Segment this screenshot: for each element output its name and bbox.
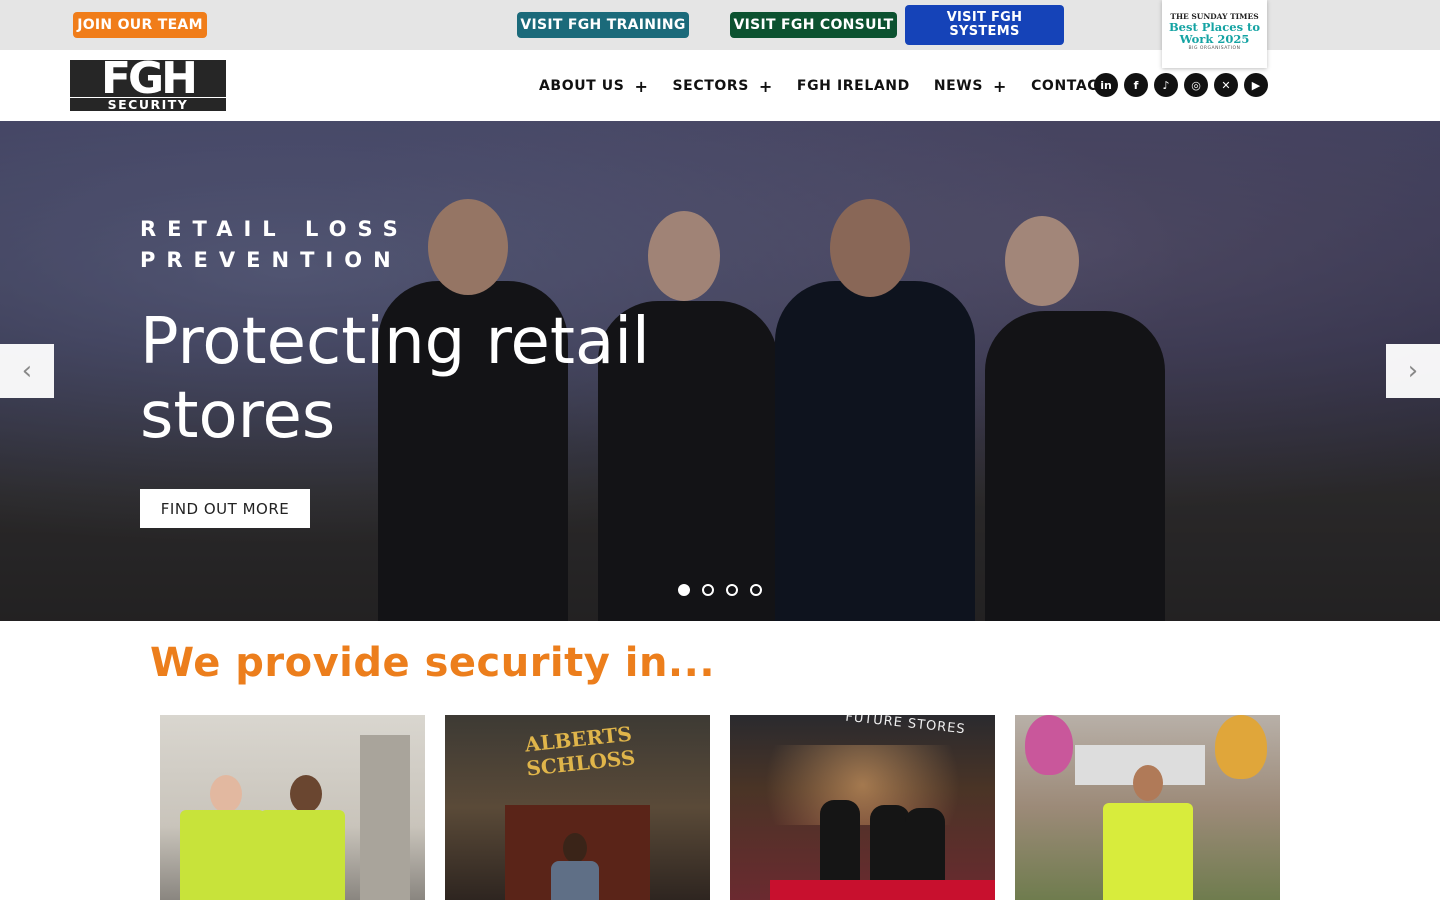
join-our-team-button[interactable]: JOIN OUR TEAM bbox=[73, 12, 207, 38]
sector-card-retail[interactable]: FUTURE STORES bbox=[730, 715, 995, 900]
hero-headline: Protecting retail stores bbox=[140, 305, 650, 453]
lights-backdrop bbox=[730, 745, 995, 825]
nav-label: FGH IRELAND bbox=[796, 78, 910, 94]
slider-dot-2[interactable] bbox=[702, 584, 714, 596]
expand-plus-icon[interactable]: + bbox=[759, 77, 773, 96]
hot-air-balloon bbox=[1215, 715, 1267, 779]
red-carpet bbox=[770, 880, 995, 900]
slider-dot-4[interactable] bbox=[750, 584, 762, 596]
expand-plus-icon[interactable]: + bbox=[634, 77, 648, 96]
hero-slider: RETAIL LOSS PREVENTION Protecting retail… bbox=[0, 121, 1440, 621]
linkedin-icon[interactable]: in bbox=[1094, 73, 1118, 97]
youtube-icon[interactable]: ▶ bbox=[1244, 73, 1268, 97]
instagram-icon[interactable]: ◎ bbox=[1184, 73, 1208, 97]
social-links: in f ♪ ◎ ✕ ▶ bbox=[1094, 73, 1274, 97]
find-out-more-button[interactable]: FIND OUT MORE bbox=[140, 489, 310, 528]
slider-pagination bbox=[678, 584, 774, 596]
steward-head bbox=[1133, 765, 1163, 801]
slider-prev-arrow-icon[interactable]: ‹ bbox=[0, 344, 54, 398]
hi-vis-vest bbox=[260, 810, 345, 900]
best-places-to-work-award-badge: THE SUNDAY TIMES Best Places to Work 202… bbox=[1162, 0, 1267, 68]
building-window bbox=[360, 735, 410, 900]
nav-item-fgh-ireland[interactable]: FGH IRELAND bbox=[797, 78, 910, 94]
doorman-head bbox=[563, 833, 587, 863]
nav-item-news[interactable]: NEWS + bbox=[934, 77, 1007, 96]
sector-card-events[interactable] bbox=[1015, 715, 1280, 900]
store-sign: FUTURE STORES bbox=[844, 715, 967, 738]
fgh-security-logo[interactable]: FGH SECURITY bbox=[70, 60, 226, 111]
nav-label: SECTORS bbox=[672, 78, 749, 94]
hero-eyebrow: RETAIL LOSS PREVENTION bbox=[140, 217, 409, 272]
nav-label: NEWS bbox=[933, 78, 984, 94]
nav-label: ABOUT US bbox=[539, 78, 625, 94]
slider-next-arrow-icon[interactable]: › bbox=[1386, 344, 1440, 398]
hi-vis-vest bbox=[180, 810, 265, 900]
guard-head bbox=[290, 775, 322, 813]
award-title: Best Places to Work 2025 bbox=[1168, 20, 1261, 46]
visit-fgh-consult-button[interactable]: VISIT FGH CONSULT bbox=[730, 12, 897, 38]
sectors-heading: We provide security in... bbox=[150, 640, 716, 686]
main-nav: ABOUT US + SECTORS + FGH IRELAND NEWS + … bbox=[539, 76, 1132, 96]
hi-vis-vest bbox=[1103, 803, 1193, 900]
facebook-icon[interactable]: f bbox=[1124, 73, 1148, 97]
visit-fgh-training-button[interactable]: VISIT FGH TRAINING bbox=[517, 12, 689, 38]
slider-dot-1[interactable] bbox=[678, 584, 690, 596]
sector-card-street-patrol[interactable] bbox=[160, 715, 425, 900]
doorman-figure bbox=[551, 861, 599, 900]
venue-sign: ALBERTS SCHLOSS bbox=[523, 721, 637, 781]
nav-item-about-us[interactable]: ABOUT US + bbox=[539, 77, 648, 96]
sector-card-hospitality[interactable]: ALBERTS SCHLOSS bbox=[445, 715, 710, 900]
slider-dot-3[interactable] bbox=[726, 584, 738, 596]
tiktok-icon[interactable]: ♪ bbox=[1154, 73, 1178, 97]
guard-head bbox=[210, 775, 242, 813]
logo-subtext: SECURITY bbox=[70, 98, 226, 111]
x-icon[interactable]: ✕ bbox=[1214, 73, 1238, 97]
expand-plus-icon[interactable]: + bbox=[993, 77, 1007, 96]
nav-item-sectors[interactable]: SECTORS + bbox=[672, 77, 772, 96]
visit-fgh-systems-button[interactable]: VISIT FGH SYSTEMS bbox=[905, 5, 1064, 45]
logo-wordmark: FGH bbox=[70, 60, 226, 97]
award-subtitle: BIG ORGANISATION bbox=[1188, 46, 1241, 51]
hot-air-balloon bbox=[1025, 715, 1073, 775]
